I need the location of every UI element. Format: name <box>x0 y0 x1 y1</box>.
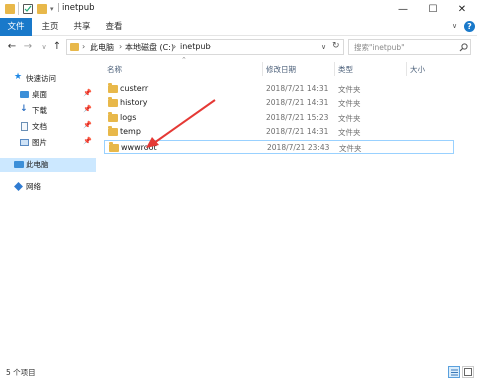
window-title: inetpub <box>62 3 95 13</box>
tab-file[interactable]: 文件 <box>0 18 32 36</box>
search-input[interactable]: 搜索"inetpub" <box>348 39 471 55</box>
nav-item-label: 桌面 <box>32 90 47 99</box>
file-name: temp <box>120 127 141 136</box>
properties-icon[interactable] <box>23 4 33 14</box>
folder-icon <box>5 4 15 14</box>
column-divider[interactable] <box>262 62 263 76</box>
download-icon: ↓ <box>20 104 28 114</box>
nav-item-pictures[interactable]: 图片 📌 <box>0 136 96 150</box>
nav-item-label: 快速访问 <box>26 74 56 83</box>
nav-item-label: 下载 <box>32 106 47 115</box>
file-type: 文件夹 <box>338 114 361 123</box>
item-count: 5 个项目 <box>6 368 36 377</box>
column-header-type[interactable]: 类型 <box>338 64 353 75</box>
navigation-pane: ★ 快速访问 桌面 📌 ↓ 下载 📌 文档 📌 图片 📌 此电脑 网络 <box>0 58 96 363</box>
file-type: 文件夹 <box>338 128 361 137</box>
breadcrumb-separator: › <box>173 42 177 51</box>
picture-icon <box>20 139 29 146</box>
document-icon <box>21 122 28 131</box>
nav-item-label: 此电脑 <box>26 160 49 169</box>
folder-icon <box>70 43 79 51</box>
address-dropdown-icon[interactable]: ∨ <box>321 43 326 51</box>
nav-item-documents[interactable]: 文档 📌 <box>0 120 96 134</box>
tab-view[interactable]: 查看 <box>98 18 130 36</box>
computer-icon <box>14 161 24 168</box>
breadcrumb-local-disk[interactable]: 本地磁盘 (C:) <box>125 42 174 53</box>
help-icon[interactable]: ? <box>464 21 475 32</box>
address-row: ← → ∨ ↑ › 此电脑 › 本地磁盘 (C:) › inetpub › ∨ … <box>0 36 477 58</box>
nav-item-downloads[interactable]: ↓ 下载 📌 <box>0 104 96 118</box>
up-button[interactable]: ↑ <box>51 39 63 55</box>
forward-button[interactable]: → <box>22 39 34 55</box>
status-bar: 5 个项目 <box>0 363 477 380</box>
column-header-date[interactable]: 修改日期 <box>266 64 296 75</box>
details-view-button[interactable] <box>448 366 460 378</box>
breadcrumb-separator: › <box>208 42 212 51</box>
list-item[interactable]: custerr 2018/7/21 14:31 文件夹 <box>104 82 454 96</box>
network-icon <box>14 182 23 191</box>
folder-icon <box>108 97 118 107</box>
file-date: 2018/7/21 23:43 <box>267 143 330 152</box>
nav-item-quick-access[interactable]: ★ 快速访问 <box>0 72 96 86</box>
ribbon-tabs: 文件 主页 共享 查看 ∨ ? <box>0 18 477 36</box>
details-view-icon <box>451 369 458 376</box>
large-icons-view-icon <box>464 368 472 376</box>
file-date: 2018/7/21 15:23 <box>266 113 329 122</box>
nav-item-network[interactable]: 网络 <box>0 180 96 194</box>
title-separator: | <box>57 3 60 13</box>
file-date: 2018/7/21 14:31 <box>266 127 329 136</box>
folder-icon <box>109 142 119 152</box>
new-folder-icon[interactable] <box>37 4 47 14</box>
annotation-arrow <box>146 99 216 148</box>
column-header-size[interactable]: 大小 <box>410 64 425 75</box>
address-bar[interactable]: › 此电脑 › 本地磁盘 (C:) › inetpub › ∨ ↻ <box>66 39 344 55</box>
nav-item-label: 图片 <box>32 138 47 147</box>
breadcrumb-separator: › <box>119 42 123 51</box>
breadcrumb-this-pc[interactable]: 此电脑 <box>90 42 114 53</box>
star-icon: ★ <box>14 72 23 82</box>
column-divider[interactable] <box>334 62 335 76</box>
file-name: logs <box>120 113 137 122</box>
recent-locations-icon[interactable]: ∨ <box>38 39 50 55</box>
folder-icon <box>108 83 118 93</box>
file-date: 2018/7/21 14:31 <box>266 84 329 93</box>
large-icons-view-button[interactable] <box>462 366 474 378</box>
search-icon[interactable] <box>459 43 468 52</box>
search-placeholder: 搜索"inetpub" <box>354 43 405 52</box>
minimize-button[interactable]: — <box>388 0 418 18</box>
file-type: 文件夹 <box>338 99 361 108</box>
file-date: 2018/7/21 14:31 <box>266 98 329 107</box>
nav-item-this-pc[interactable]: 此电脑 <box>0 158 96 172</box>
pin-icon: 📌 <box>83 137 92 145</box>
title-bar: ▾ | inetpub — ☐ ✕ <box>0 0 477 18</box>
refresh-icon[interactable]: ↻ <box>332 41 340 51</box>
quick-access-dropdown-icon[interactable]: ▾ <box>50 5 54 13</box>
divider <box>18 2 19 15</box>
file-type: 文件夹 <box>338 85 361 94</box>
breadcrumb-separator: › <box>82 42 86 51</box>
nav-item-label: 网络 <box>26 182 41 191</box>
tab-share[interactable]: 共享 <box>66 18 98 36</box>
folder-icon <box>108 112 118 122</box>
back-button[interactable]: ← <box>6 39 18 55</box>
pin-icon: 📌 <box>83 89 92 97</box>
ribbon-collapse-icon[interactable]: ∨ <box>452 22 457 30</box>
maximize-button[interactable]: ☐ <box>418 0 448 18</box>
column-header-name[interactable]: 名称 <box>107 64 122 75</box>
breadcrumb-inetpub[interactable]: inetpub <box>180 42 211 51</box>
folder-icon <box>108 126 118 136</box>
close-button[interactable]: ✕ <box>447 0 477 18</box>
nav-item-label: 文档 <box>32 122 47 131</box>
column-divider[interactable] <box>406 62 407 76</box>
sort-up-icon: ⌃ <box>181 56 187 64</box>
pin-icon: 📌 <box>83 105 92 113</box>
file-type: 文件夹 <box>339 144 362 153</box>
pin-icon: 📌 <box>83 121 92 129</box>
file-name: custerr <box>120 84 149 93</box>
desktop-icon <box>20 91 29 98</box>
nav-item-desktop[interactable]: 桌面 📌 <box>0 88 96 102</box>
tab-home[interactable]: 主页 <box>34 18 66 36</box>
